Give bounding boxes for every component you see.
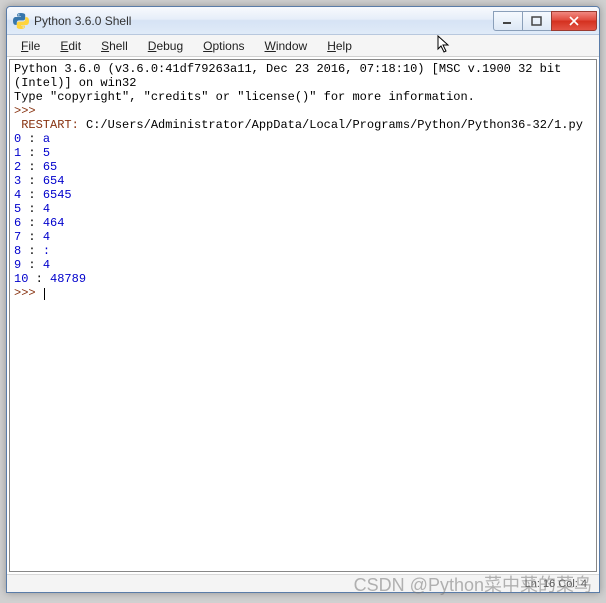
menu-bar: File Edit Shell Debug Options Window Hel… (7, 35, 599, 57)
python-icon (13, 13, 29, 29)
cursor-position: Ln: 16 Col: 4 (525, 578, 587, 590)
maximize-button[interactable] (522, 11, 552, 31)
shell-content-area[interactable]: Python 3.6.0 (v3.6.0:41df79263a11, Dec 2… (9, 59, 597, 572)
menu-debug[interactable]: Debug (138, 37, 193, 55)
window-controls (494, 11, 597, 31)
window-title: Python 3.6.0 Shell (34, 14, 494, 28)
menu-options[interactable]: Options (193, 37, 254, 55)
menu-window[interactable]: Window (255, 37, 318, 55)
menu-file[interactable]: File (11, 37, 50, 55)
menu-edit[interactable]: Edit (50, 37, 91, 55)
minimize-button[interactable] (493, 11, 523, 31)
status-bar: Ln: 16 Col: 4 (7, 574, 599, 592)
menu-shell[interactable]: Shell (91, 37, 138, 55)
shell-output[interactable]: Python 3.6.0 (v3.6.0:41df79263a11, Dec 2… (10, 60, 596, 302)
app-window: Python 3.6.0 Shell File Edit Shell Debug… (6, 6, 600, 593)
close-button[interactable] (551, 11, 597, 31)
title-bar[interactable]: Python 3.6.0 Shell (7, 7, 599, 35)
menu-help[interactable]: Help (317, 37, 362, 55)
